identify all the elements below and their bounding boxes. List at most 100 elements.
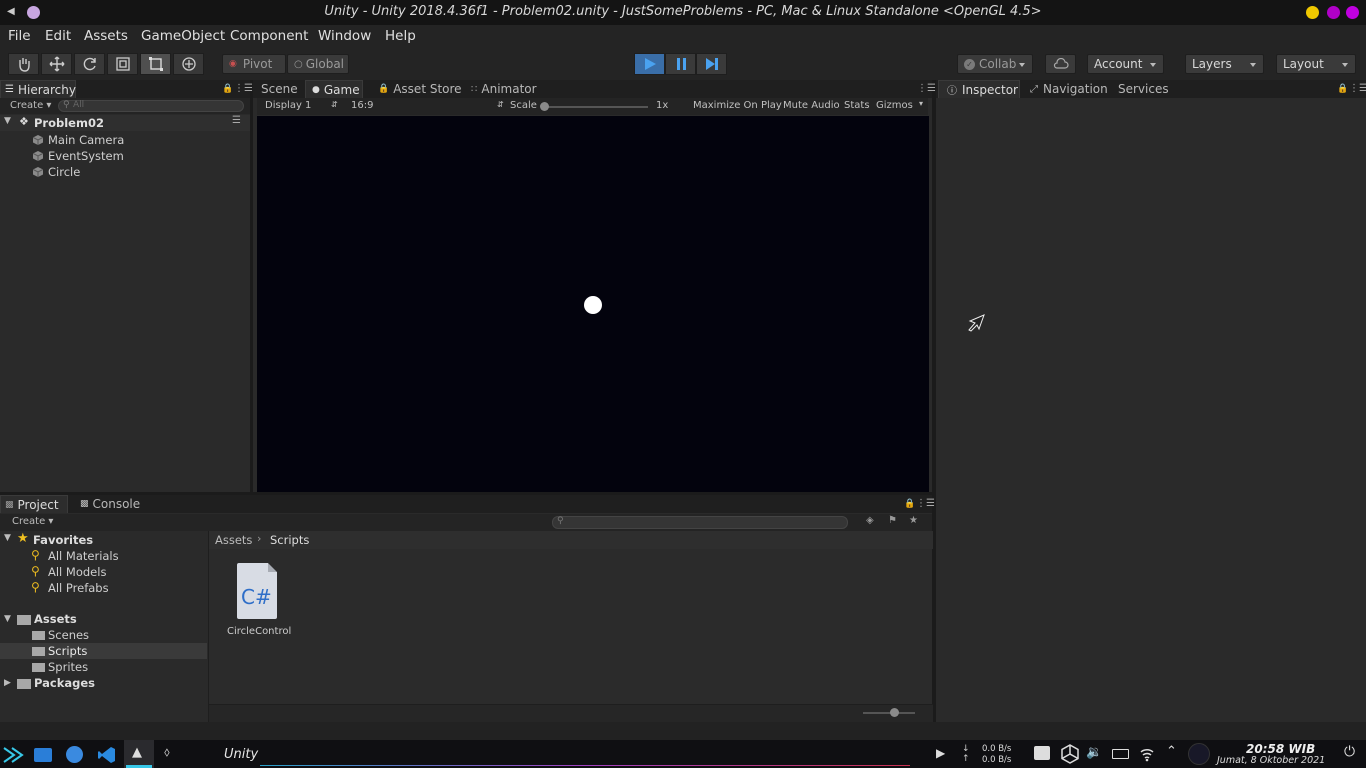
project-search-input[interactable]: ⚲	[552, 516, 848, 529]
pivot-toggle[interactable]: ◉ Pivot	[222, 54, 286, 74]
tab-asset-store[interactable]: 🔒 Asset Store	[378, 80, 462, 98]
lock-icon[interactable]: 🔒	[222, 84, 233, 94]
icon-size-slider-thumb[interactable]	[890, 708, 899, 717]
favorite-star-icon[interactable]: ★	[909, 515, 918, 526]
unity-hub-icon[interactable]: ⬨	[164, 745, 170, 760]
game-viewport[interactable]	[257, 116, 929, 492]
power-icon[interactable]: ⏻	[1344, 744, 1355, 760]
assets-folder-label[interactable]: Assets	[34, 612, 77, 626]
hierarchy-search-input[interactable]: ⚲ All	[58, 100, 244, 112]
favorites-label[interactable]: Favorites	[33, 533, 93, 547]
hierarchy-item[interactable]: EventSystem	[0, 148, 250, 164]
file-name[interactable]: CircleControl	[227, 626, 291, 637]
filter-by-label-icon[interactable]: ⚑	[888, 515, 897, 526]
layout-label: Layout	[1283, 57, 1324, 71]
hierarchy-item[interactable]: Circle	[0, 164, 250, 180]
mute-audio-toggle[interactable]: Mute Audio	[783, 100, 840, 111]
user-avatar[interactable]	[1188, 743, 1210, 765]
notifications-icon[interactable]	[1034, 746, 1050, 760]
tab-hierarchy[interactable]: ☰ Hierarchy	[0, 80, 76, 98]
hand-tool[interactable]	[8, 53, 39, 75]
collab-dropdown[interactable]: ✓ Collab	[957, 54, 1033, 74]
favorite-item[interactable]: All Models	[48, 565, 106, 579]
move-tool[interactable]	[41, 53, 72, 75]
panel-menu-icon[interactable]: ⋮☰	[916, 498, 935, 509]
filter-by-type-icon[interactable]: ◈	[866, 515, 874, 526]
layout-dropdown[interactable]: Layout	[1276, 54, 1356, 74]
stats-toggle[interactable]: Stats	[844, 100, 870, 111]
collapse-arrow-icon[interactable]: ▶	[4, 678, 11, 688]
favorite-item[interactable]: All Materials	[48, 549, 119, 563]
tab-project[interactable]: ▩ Project	[0, 495, 68, 513]
tab-console[interactable]: ▩ Console	[80, 495, 140, 513]
favorite-item[interactable]: All Prefabs	[48, 581, 109, 595]
menu-window[interactable]: Window	[318, 28, 371, 44]
project-create-button[interactable]: Create ▾	[12, 516, 53, 527]
layers-dropdown[interactable]: Layers	[1185, 54, 1264, 74]
file-manager-icon[interactable]	[34, 748, 52, 762]
rotate-tool[interactable]	[74, 53, 105, 75]
minimize-button[interactable]	[1306, 6, 1319, 19]
global-toggle[interactable]: ○ Global	[287, 54, 349, 74]
chevron-up-icon[interactable]: ⌃	[1166, 744, 1177, 759]
close-button[interactable]	[1346, 6, 1359, 19]
lock-icon[interactable]: 🔒	[1337, 84, 1348, 94]
tab-inspector[interactable]: ⓘ Inspector	[938, 80, 1020, 98]
breadcrumb-item[interactable]: Scripts	[270, 533, 309, 547]
panel-menu-icon[interactable]: ⋮☰	[234, 83, 253, 94]
scene-row[interactable]: ▼ ❖ Problem02 ☰	[0, 115, 250, 131]
expand-arrow-icon[interactable]: ▼	[4, 614, 11, 624]
browser-icon[interactable]	[66, 746, 83, 763]
menu-file[interactable]: File	[8, 28, 31, 44]
volume-icon[interactable]: 🔉	[1086, 745, 1102, 760]
lock-icon[interactable]: 🔒	[904, 499, 915, 509]
scale-slider-thumb[interactable]	[540, 102, 549, 111]
maximize-on-play-toggle[interactable]: Maximize On Play	[693, 100, 782, 111]
tab-navigation[interactable]: ⤢ Navigation	[1030, 80, 1108, 98]
csharp-file-icon[interactable]: C#	[237, 563, 277, 619]
step-button[interactable]	[696, 53, 727, 75]
menu-assets[interactable]: Assets	[84, 28, 128, 44]
vscode-icon[interactable]	[98, 746, 116, 764]
launcher-icon[interactable]	[2, 746, 24, 764]
menu-component[interactable]: Component	[230, 28, 308, 44]
gizmos-toggle[interactable]: Gizmos	[876, 100, 913, 111]
tab-scene[interactable]: Scene	[261, 80, 298, 98]
play-button[interactable]	[634, 53, 665, 75]
account-dropdown[interactable]: Account	[1087, 54, 1164, 74]
hierarchy-create-button[interactable]: Create ▾	[10, 100, 51, 111]
icon-size-slider[interactable]	[863, 712, 915, 714]
maximize-button[interactable]	[1327, 6, 1340, 19]
display-dropdown[interactable]: Display 1 ⇵	[265, 100, 338, 111]
cloud-button[interactable]	[1045, 54, 1076, 74]
panel-menu-icon[interactable]: ⋮☰	[1349, 83, 1366, 94]
media-play-icon[interactable]: ▶	[936, 746, 945, 760]
asset-folder[interactable]: Scenes	[48, 628, 89, 642]
tab-game[interactable]: ● Game	[305, 80, 363, 98]
asset-folder[interactable]: Scripts	[48, 644, 87, 658]
asset-folder[interactable]: Sprites	[48, 660, 88, 674]
battery-icon[interactable]	[1112, 749, 1129, 759]
tab-animator[interactable]: ∷ Animator	[471, 80, 537, 98]
menu-help[interactable]: Help	[385, 28, 416, 44]
aspect-dropdown[interactable]: 16:9 ⇵	[351, 100, 504, 111]
wifi-icon[interactable]	[1139, 746, 1155, 762]
menu-edit[interactable]: Edit	[45, 28, 71, 44]
expand-arrow-icon[interactable]: ▼	[4, 116, 11, 126]
transform-tool[interactable]	[173, 53, 204, 75]
panel-menu-icon[interactable]: ⋮☰	[917, 83, 936, 94]
expand-arrow-icon[interactable]: ▼	[4, 533, 11, 543]
hierarchy-item[interactable]: Main Camera	[0, 132, 250, 148]
gizmos-dropdown-icon[interactable]: ▾	[919, 99, 923, 108]
tab-services[interactable]: Services	[1118, 80, 1169, 98]
pause-button[interactable]	[665, 53, 696, 75]
rect-tool[interactable]	[140, 53, 171, 75]
packages-folder-label[interactable]: Packages	[34, 676, 95, 690]
menu-gameobject[interactable]: GameObject	[141, 28, 225, 44]
scale-tool[interactable]	[107, 53, 138, 75]
breadcrumb-item[interactable]: Assets	[215, 533, 252, 547]
scene-menu-icon[interactable]: ☰	[232, 115, 241, 126]
unity-tray-icon[interactable]	[1060, 744, 1080, 764]
taskbar-active-app[interactable]: ▲	[124, 740, 154, 768]
scale-slider[interactable]	[544, 106, 648, 108]
